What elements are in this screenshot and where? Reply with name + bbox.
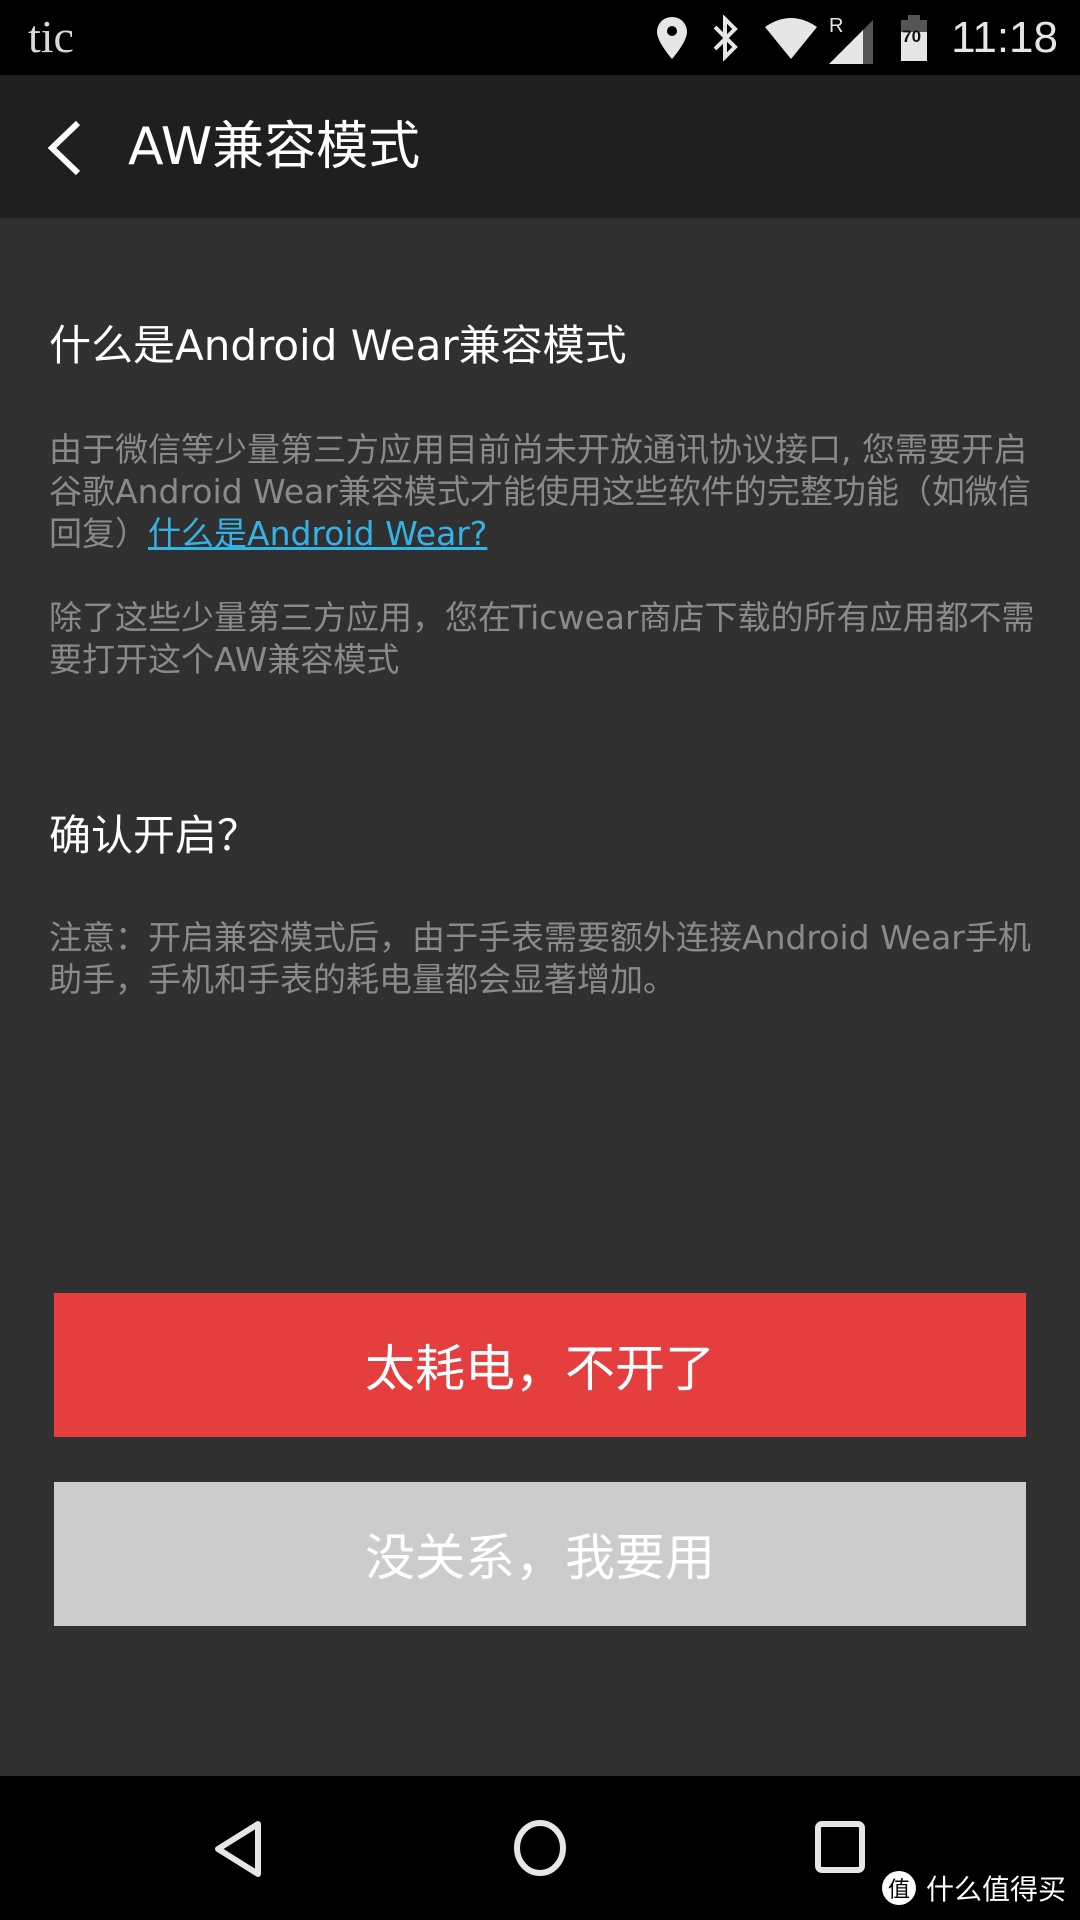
clock: 11:18	[951, 12, 1058, 62]
page-title: AW兼容模式	[128, 117, 421, 177]
nav-recents-button[interactable]	[800, 1808, 880, 1888]
watermark-badge-icon: 值	[881, 1871, 916, 1905]
watermark-text: 什么值得买	[925, 1873, 1066, 1906]
nav-home-button[interactable]	[500, 1808, 580, 1888]
battery-level: 70	[902, 26, 922, 46]
decline-button[interactable]: 太耗电，不开了	[54, 1293, 1026, 1437]
section-heading-confirm: 确认开启？	[49, 811, 260, 860]
navigation-bar: 值 什么值得买	[0, 1776, 1080, 1920]
enable-button[interactable]: 没关系，我要用	[54, 1482, 1026, 1626]
svg-text:R: R	[829, 15, 843, 37]
back-button[interactable]	[38, 113, 98, 183]
watermark: 值 什么值得买	[881, 1868, 1066, 1908]
bluetooth-icon	[711, 14, 741, 61]
ticwear-store-paragraph: 除了这些少量第三方应用，您在Ticwear商店下载的所有应用都不需要打开这个AW…	[49, 598, 1035, 679]
nav-back-button[interactable]	[200, 1808, 280, 1888]
battery-warning-note: 注意：开启兼容模式后，由于手表需要额外连接Android Wear手机助手，手机…	[49, 918, 1031, 999]
back-triangle-icon	[215, 1821, 261, 1877]
status-icons: R 70 11:18	[655, 0, 1080, 75]
notification-app-label: tic	[28, 11, 74, 62]
what-is-android-wear-link[interactable]: 什么是Android Wear?	[148, 514, 487, 553]
recents-square-icon	[815, 1821, 865, 1873]
chevron-left-icon	[47, 120, 81, 176]
wifi-icon	[763, 15, 819, 61]
toolbar: AW兼容模式	[0, 75, 1080, 218]
section-heading-what-is: 什么是Android Wear兼容模式	[49, 321, 627, 370]
home-circle-icon	[514, 1820, 566, 1876]
location-icon	[655, 15, 689, 61]
explanation-paragraph: 由于微信等少量第三方应用目前尚未开放通讯协议接口, 您需要开启谷歌Android…	[49, 429, 1039, 555]
status-bar: tic R 70 11:18	[0, 0, 1080, 75]
battery-icon: 70	[899, 14, 929, 61]
cellular-roaming-icon: R	[827, 12, 877, 64]
